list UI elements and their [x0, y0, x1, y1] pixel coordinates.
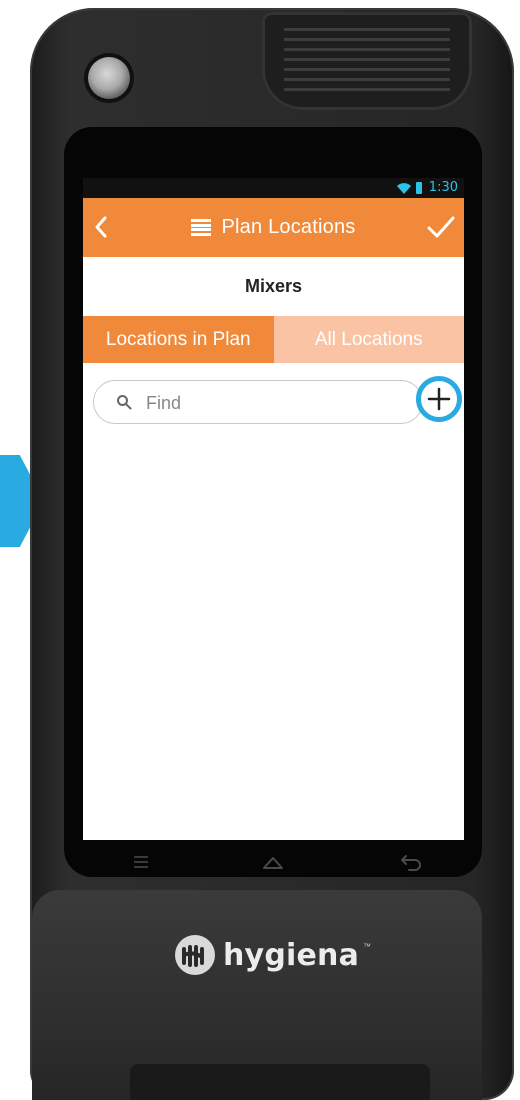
status-bar: 1:30 [83, 178, 464, 198]
back-arrow-icon[interactable] [397, 848, 425, 876]
search-box[interactable] [93, 380, 423, 425]
camera-lens [88, 57, 130, 99]
battery-icon [416, 182, 422, 194]
hygiena-logo-icon [175, 935, 215, 975]
tab-locations-in-plan[interactable]: Locations in Plan [83, 316, 274, 363]
page-title: Plan Locations [221, 216, 356, 238]
add-location-button[interactable] [416, 376, 462, 422]
trademark-symbol: ™ [363, 942, 372, 951]
device-bottom-connector [130, 1064, 430, 1100]
tab-bar: Locations in Plan All Locations [83, 316, 464, 363]
menu-icon[interactable] [127, 848, 155, 876]
status-time: 1:30 [428, 180, 458, 195]
plus-icon [427, 387, 451, 411]
title-wrap: Plan Locations [83, 198, 464, 257]
speaker-grille [262, 12, 472, 110]
wifi-icon [397, 183, 411, 194]
app-header: Plan Locations [83, 198, 464, 257]
android-nav-bar [83, 848, 464, 876]
tab-all-locations[interactable]: All Locations [273, 316, 464, 363]
list-icon[interactable] [191, 219, 212, 236]
confirm-button[interactable] [426, 212, 456, 242]
search-icon [117, 395, 132, 410]
brand-name: hygiena [223, 937, 360, 973]
brand-logo: hygiena ™ [175, 930, 371, 980]
checkmark-icon [427, 216, 455, 238]
plan-name: Mixers [244, 276, 303, 296]
search-input[interactable] [144, 381, 382, 425]
home-icon[interactable] [259, 848, 287, 876]
